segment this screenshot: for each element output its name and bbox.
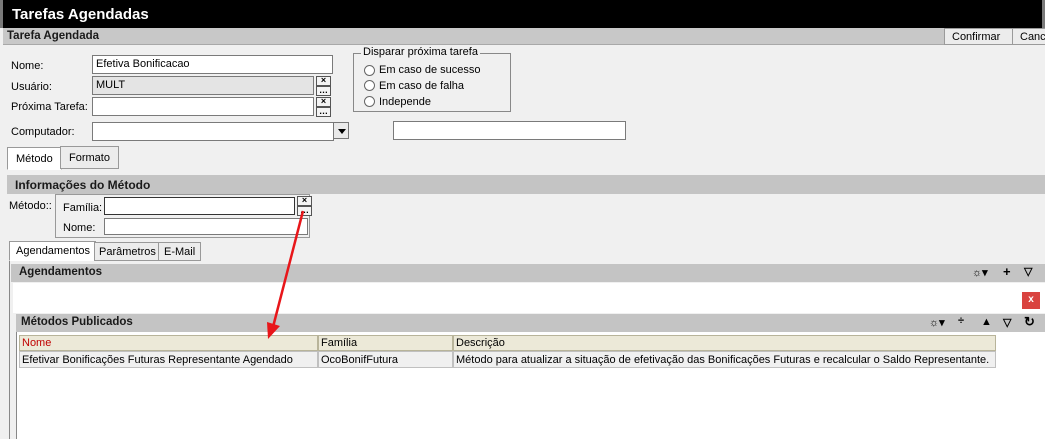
filter-icon[interactable]: ▽ [1003, 316, 1011, 329]
annotation-arrow [267, 210, 305, 339]
table-row-descricao[interactable]: Método para atualizar a situação de efet… [453, 351, 996, 368]
collapse-up-icon[interactable]: ▲ [981, 316, 992, 328]
metodo-nome-label: Nome: [63, 222, 96, 234]
nome-label: Nome: [11, 60, 44, 72]
metodo-section-title: Informações do Método [7, 175, 1045, 194]
form-title: Tarefa Agendada [7, 30, 100, 42]
confirm-button[interactable]: Confirmar [944, 28, 1013, 45]
table-row-nome[interactable]: Efetivar Bonificações Futuras Representa… [19, 351, 318, 368]
agendamentos-title: Agendamentos [11, 264, 1045, 282]
familia-label: Família: [63, 202, 103, 214]
metodo-label: Método:: [9, 200, 52, 212]
radio-sucesso-label: Em caso de sucesso [379, 64, 481, 76]
radio-independe[interactable] [364, 96, 375, 107]
table-row-familia[interactable]: OcoBonifFutura [318, 351, 453, 368]
proxima-tarefa-input[interactable] [92, 97, 314, 116]
tab-parametros[interactable]: Parâmetros [94, 242, 161, 261]
lookup-usuario-button[interactable]: … [316, 86, 331, 96]
form-header: Tarefa Agendada Confirmar Cancelar [3, 28, 1045, 45]
lookup-proxima-button[interactable]: … [316, 107, 331, 117]
computador-select[interactable] [92, 122, 334, 141]
extra-input[interactable] [393, 121, 626, 140]
column-header-familia[interactable]: Família [318, 335, 453, 351]
expand-icon[interactable]: ÷ [958, 315, 964, 327]
arrow-line [271, 210, 305, 328]
usuario-input[interactable]: MULT [92, 76, 314, 95]
view-options-icon[interactable]: ☼▾ [972, 266, 988, 279]
chevron-down-icon[interactable] [333, 122, 349, 139]
refresh-icon[interactable]: ↻ [1024, 314, 1035, 330]
column-header-descricao[interactable]: Descrição [453, 335, 996, 351]
add-icon[interactable]: + [1003, 264, 1011, 279]
computador-label: Computador: [11, 126, 75, 138]
disparar-legend: Disparar próxima tarefa [361, 46, 480, 58]
cancel-button[interactable]: Cancelar [1012, 28, 1045, 45]
tab-email[interactable]: E-Mail [158, 242, 202, 261]
metodos-publicados-title: Métodos Publicados [16, 314, 1045, 332]
usuario-label: Usuário: [11, 81, 52, 93]
filter-icon[interactable]: ▽ [1024, 265, 1032, 278]
radio-falha[interactable] [364, 80, 375, 91]
radio-falha-label: Em caso de falha [379, 80, 464, 92]
proxima-tarefa-label: Próxima Tarefa: [11, 101, 88, 113]
nome-input[interactable]: Efetiva Bonificacao [92, 55, 333, 74]
window-title: Tarefas Agendadas [12, 6, 149, 23]
metodos-panel [16, 314, 1045, 439]
radio-independe-label: Independe [379, 96, 431, 108]
tab-agendamentos[interactable]: Agendamentos [9, 241, 96, 261]
view-options-icon[interactable]: ☼▾ [929, 316, 945, 329]
tab-formato[interactable]: Formato [60, 146, 119, 169]
agendamentos-grid [13, 283, 1045, 313]
tab-metodo[interactable]: Método [7, 147, 62, 170]
clear-proxima-button[interactable]: × [316, 97, 331, 107]
close-agendamentos-button[interactable]: x [1022, 292, 1040, 309]
window-title-bar: Tarefas Agendadas [0, 0, 1045, 28]
clear-usuario-button[interactable]: × [316, 76, 331, 86]
radio-sucesso[interactable] [364, 65, 375, 76]
arrow-head [267, 322, 280, 339]
